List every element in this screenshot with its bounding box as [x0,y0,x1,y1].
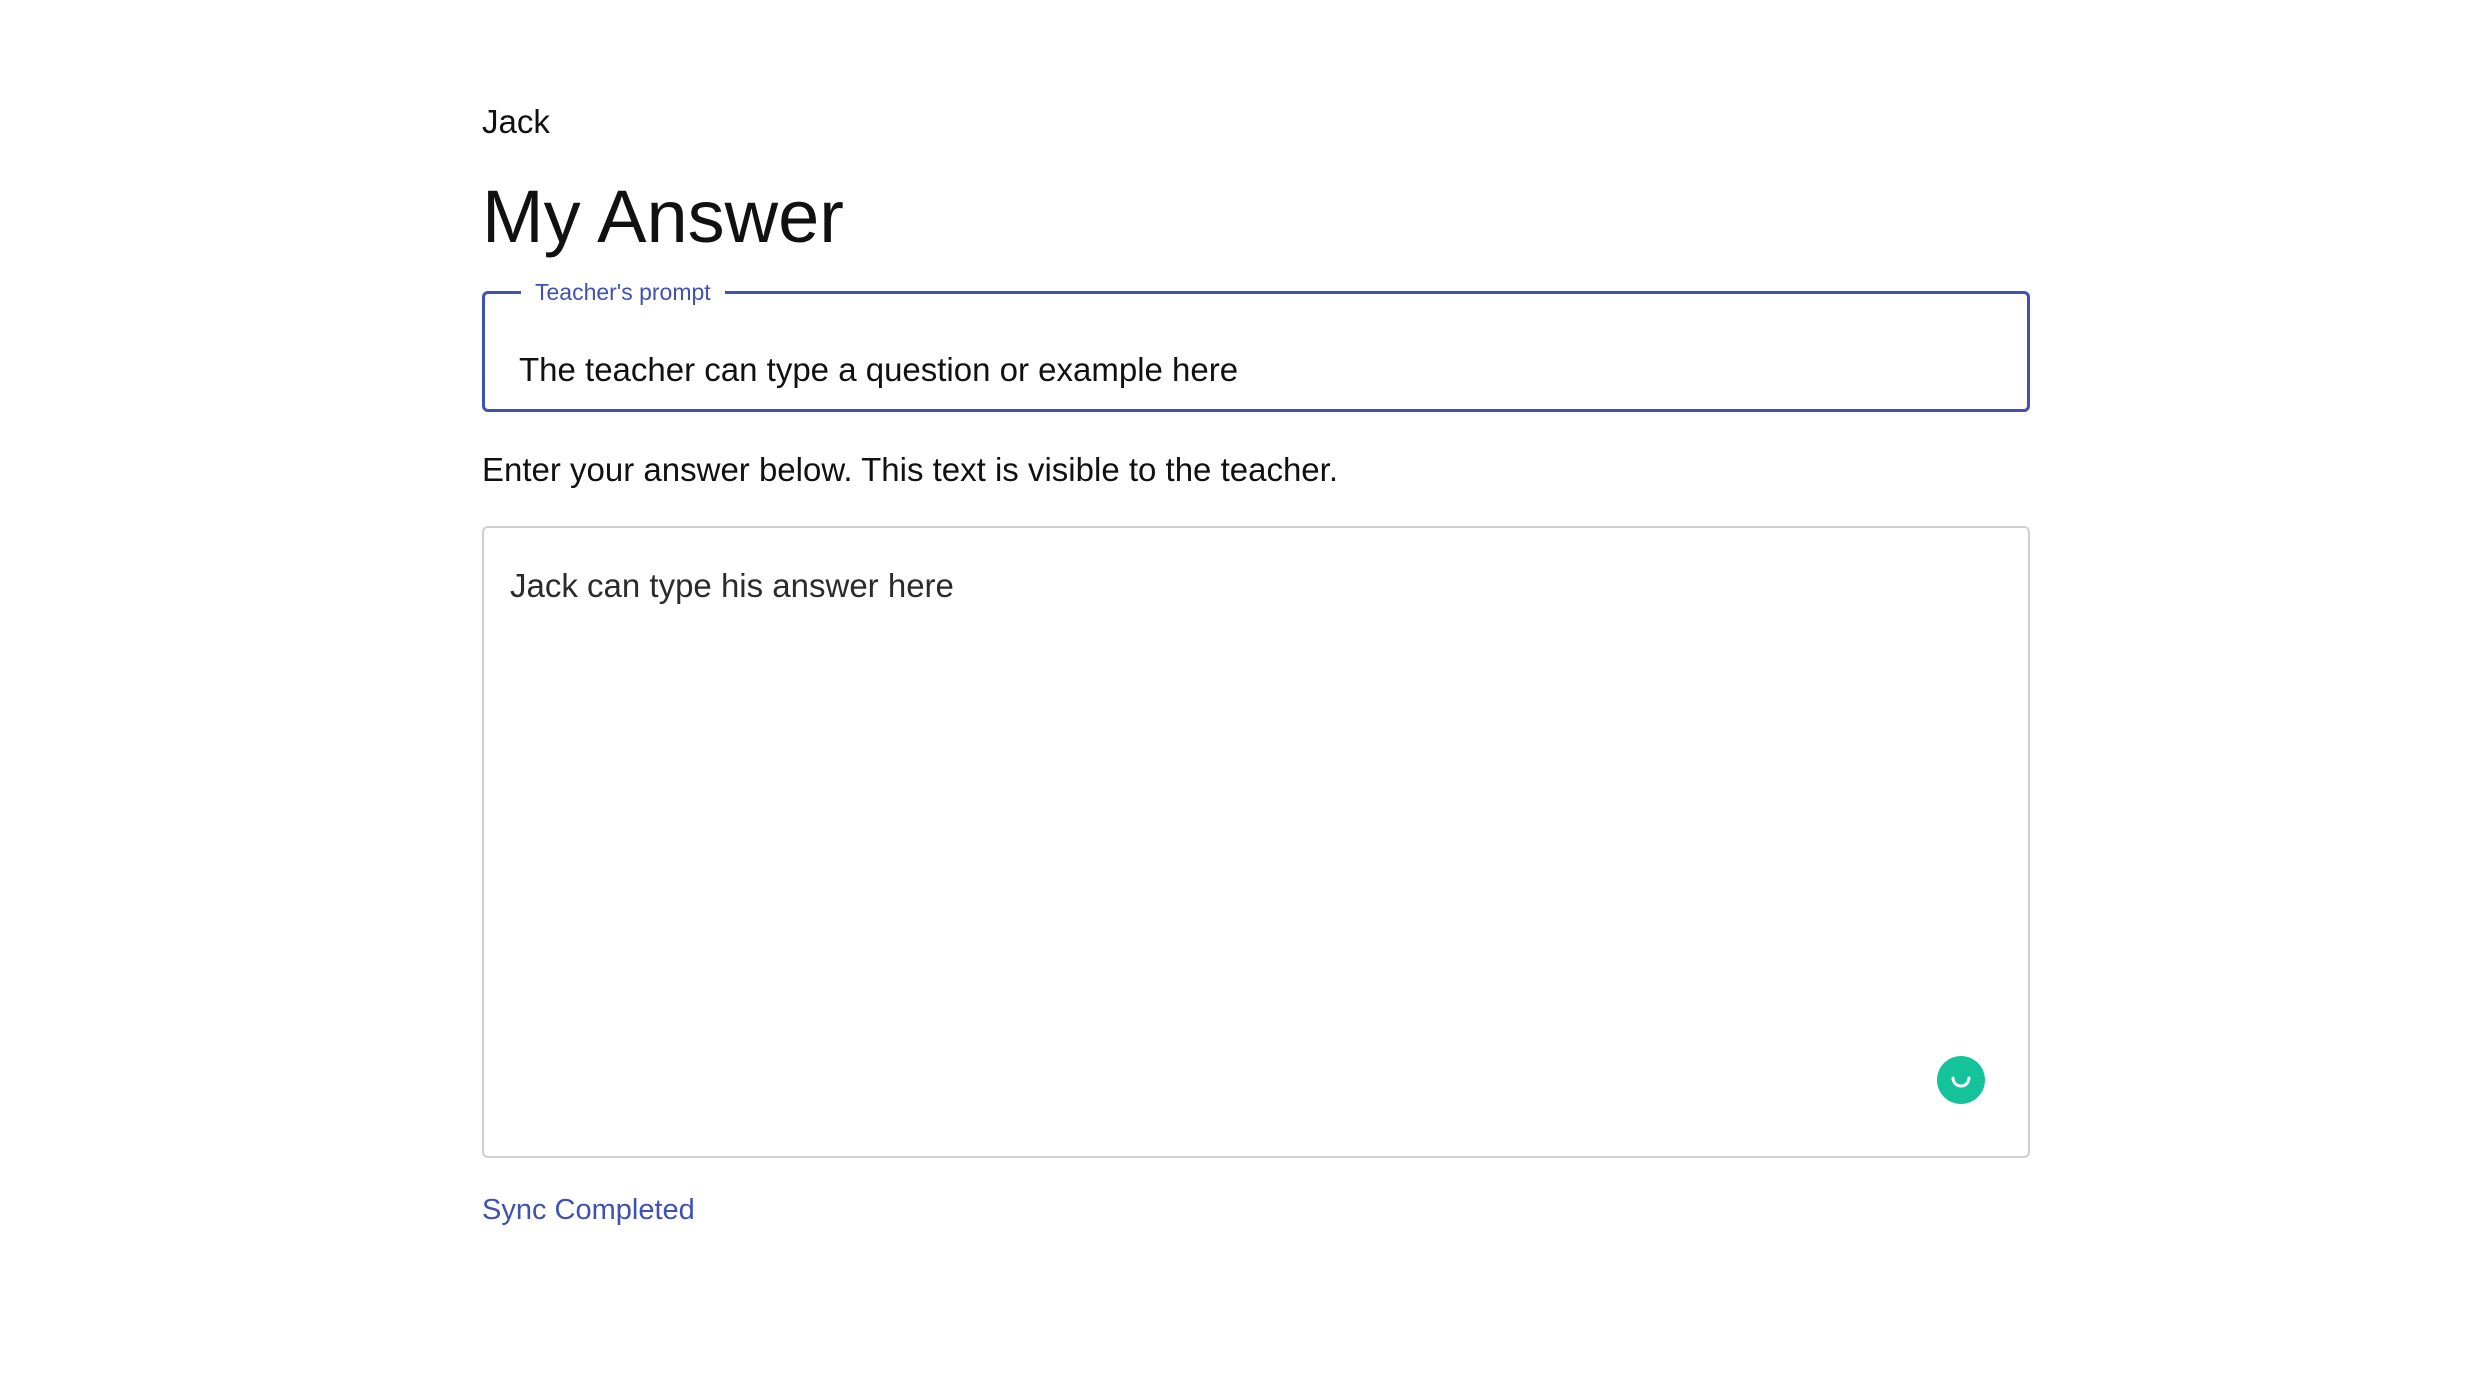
sync-status: Sync Completed [482,1194,695,1226]
teacher-prompt-label: Teacher's prompt [535,279,711,305]
smile-icon [1951,1076,1971,1088]
page-title: My Answer [482,175,844,258]
teacher-prompt-field[interactable]: Teacher's prompt The teacher can type a … [482,280,2030,412]
answer-textarea[interactable]: Jack can type his answer here [482,526,2030,1158]
answer-text[interactable]: Jack can type his answer here [510,564,954,608]
teacher-prompt-text[interactable]: The teacher can type a question or examp… [519,350,1238,390]
student-name: Jack [482,103,550,140]
grammar-assistant-icon[interactable] [1937,1056,1985,1104]
answer-instructions: Enter your answer below. This text is vi… [482,451,1338,488]
